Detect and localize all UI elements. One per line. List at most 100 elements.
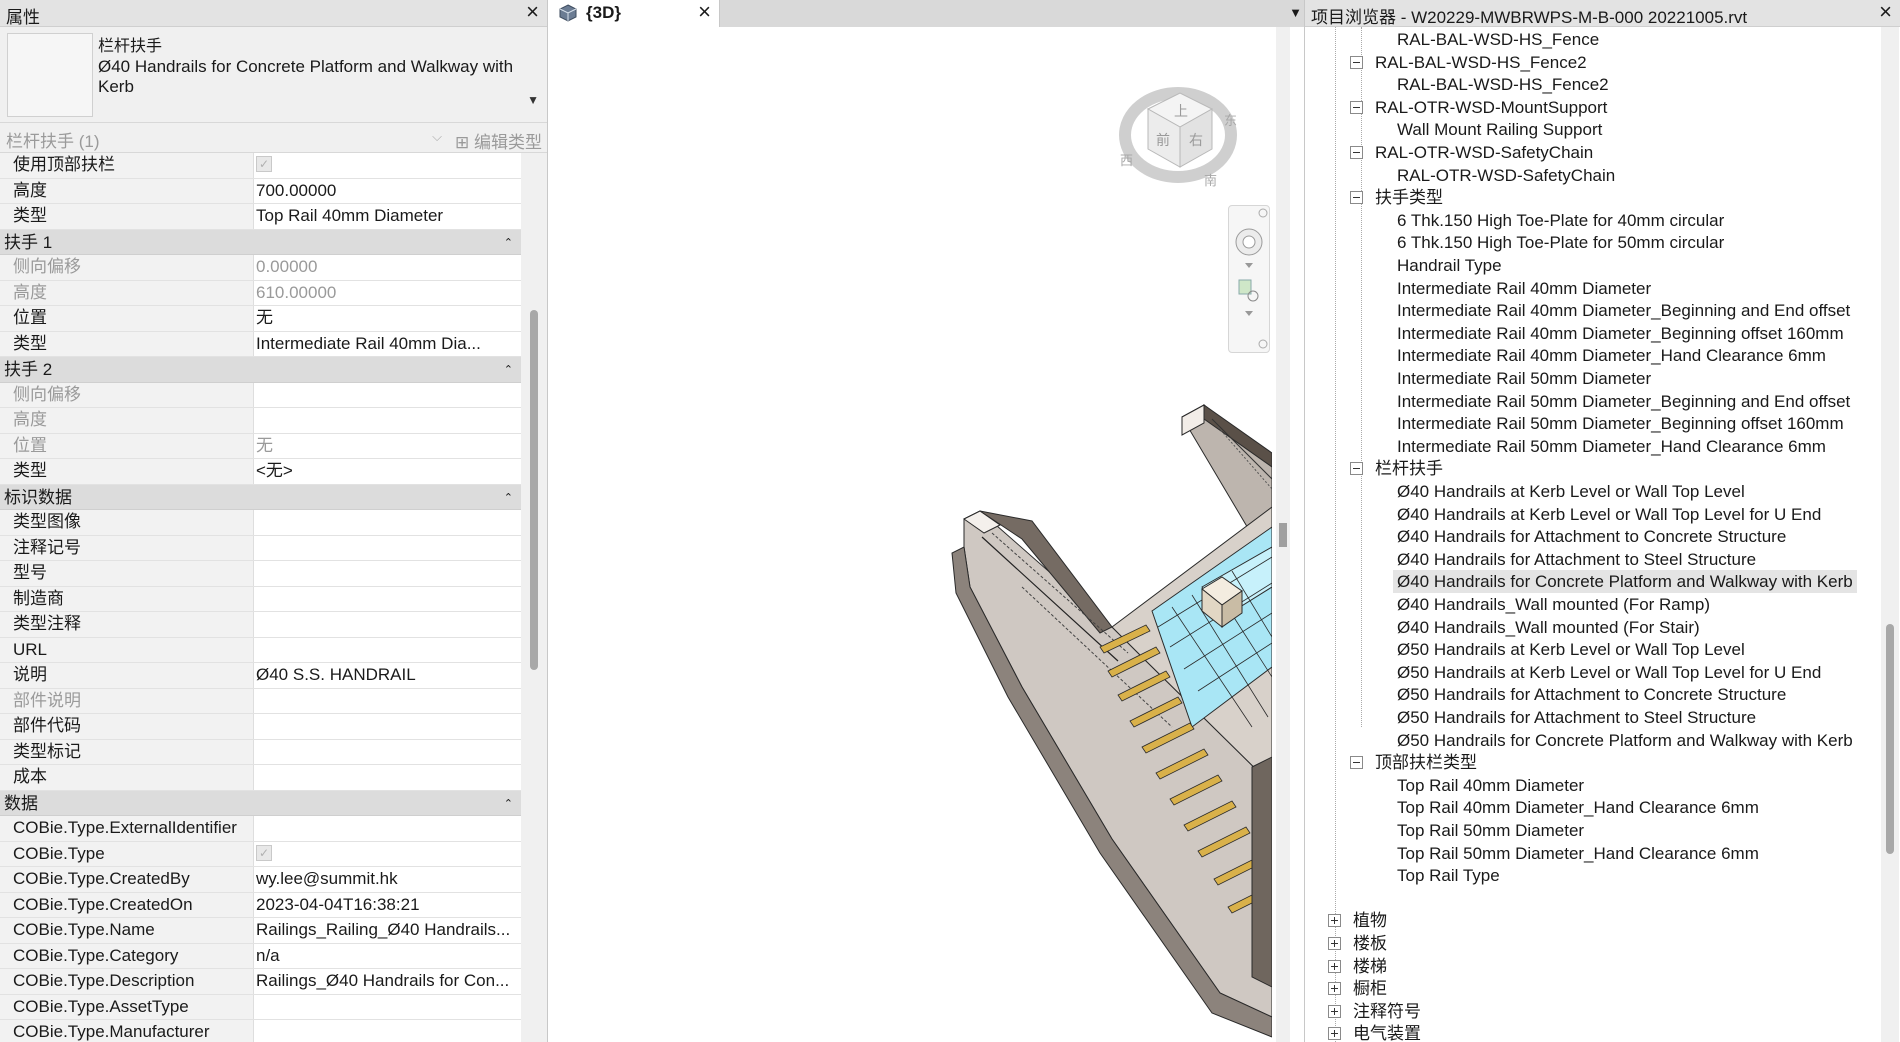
tree-leaf-item[interactable]: Top Rail Type [1393,864,1504,887]
tree-category-item[interactable]: 注释符号 [1349,1000,1425,1023]
edit-type-button[interactable]: ⊞ 编辑类型 [455,128,542,153]
tree-leaf-item[interactable]: Ø40 Handrails_Wall mounted (For Stair) [1393,616,1704,639]
collapse-icon[interactable]: ⌃ [504,792,513,817]
tree-leaf-item[interactable]: Ø50 Handrails for Attachment to Concrete… [1393,683,1790,706]
tree-leaf-item[interactable]: Ø40 Handrails at Kerb Level or Wall Top … [1393,480,1749,503]
tab-3d-view[interactable]: {3D} × [552,0,720,27]
tree-leaf-item[interactable]: Ø50 Handrails for Concrete Platform and … [1393,729,1857,752]
3d-model-canvas[interactable]: 上 前 右 西 东 南 [552,27,1272,1042]
tree-leaf-item[interactable]: 6 Thk.150 High Toe-Plate for 40mm circul… [1393,209,1728,232]
tree-category-item[interactable]: RAL-OTR-WSD-MountSupport [1371,96,1611,119]
property-value[interactable]: Railings_Railing_Ø40 Handrails... [254,918,521,943]
tree-category-item[interactable]: 橱柜 [1349,977,1391,1000]
tree-leaf-item[interactable]: Top Rail 50mm Diameter [1393,819,1588,842]
scrollbar-thumb[interactable] [530,310,538,670]
scrollbar-thumb[interactable] [1279,523,1287,547]
property-value[interactable] [254,510,521,535]
property-group-header[interactable]: 扶手 2 ⌃ [0,357,521,383]
steering-wheel-icon[interactable] [1235,228,1263,256]
expand-icon[interactable] [1328,914,1341,928]
tree-category-item[interactable]: 楼板 [1349,932,1391,955]
collapse-icon[interactable]: ⌃ [504,231,513,256]
property-value[interactable] [254,765,521,790]
tree-leaf-item[interactable]: Ø40 Handrails at Kerb Level or Wall Top … [1393,503,1825,526]
property-value[interactable] [254,1020,521,1042]
property-value[interactable]: Top Rail 40mm Diameter [254,204,521,229]
property-value[interactable] [254,714,521,739]
expand-icon[interactable] [1328,1027,1341,1041]
checkbox[interactable]: ✓ [256,844,272,861]
tree-leaf-item[interactable]: Top Rail 40mm Diameter [1393,774,1588,797]
tree-leaf-item[interactable]: Ø40 Handrails for Attachment to Steel St… [1393,548,1760,571]
chevron-down-icon[interactable] [1245,311,1253,316]
collapse-icon[interactable]: ⌃ [504,358,513,383]
property-value[interactable]: 2023-04-04T16:38:21 [254,893,521,918]
collapse-icon[interactable] [1350,191,1363,205]
collapse-icon[interactable] [1350,55,1363,69]
tree-leaf-item[interactable]: RAL-BAL-WSD-HS_Fence2 [1393,73,1613,96]
property-value[interactable]: n/a [254,944,521,969]
property-value[interactable]: <无> [254,459,521,484]
collapse-icon[interactable] [1350,462,1363,476]
tree-leaf-item[interactable]: Ø40 Handrails_Wall mounted (For Ramp) [1393,593,1714,616]
chevron-down-icon[interactable] [1245,263,1253,268]
collapse-icon[interactable] [1350,756,1363,770]
property-value[interactable]: 无 [254,306,521,331]
tree-leaf-item[interactable]: Handrail Type [1393,254,1506,277]
collapse-icon[interactable]: ⌃ [504,486,513,511]
property-value[interactable] [254,740,521,765]
tree-category-item[interactable]: 楼梯 [1349,955,1391,978]
close-icon[interactable]: × [526,1,539,23]
tree-category-item[interactable]: 顶部扶栏类型 [1371,751,1481,774]
expand-icon[interactable] [1328,959,1341,973]
tree-category-item[interactable]: RAL-OTR-WSD-SafetyChain [1371,141,1597,164]
expand-icon[interactable] [1328,937,1341,950]
property-value[interactable]: Railings_Ø40 Handrails for Con... [254,969,521,994]
collapse-icon[interactable] [1350,146,1363,159]
options-icon[interactable] [1258,339,1268,349]
type-selector[interactable]: 栏杆扶手 Ø40 Handrails for Concrete Platform… [0,27,547,123]
tree-category-item[interactable]: 扶手类型 [1371,186,1447,209]
tree-leaf-item[interactable]: Intermediate Rail 40mm Diameter [1393,277,1655,300]
collapse-icon[interactable] [1350,100,1363,114]
tree-leaf-item[interactable]: 6 Thk.150 High Toe-Plate for 50mm circul… [1393,231,1728,254]
property-group-header[interactable]: 标识数据 ⌃ [0,484,521,511]
property-group-header[interactable]: 扶手 1 ⌃ [0,229,521,256]
property-value[interactable]: wy.lee@summit.hk [254,867,521,892]
tab-menu-chevron-icon[interactable]: ▼ [1289,5,1302,20]
property-value[interactable]: ✓ [254,842,521,867]
tree-leaf-item[interactable]: Wall Mount Railing Support [1393,118,1606,141]
tree-leaf-item[interactable]: RAL-OTR-WSD-SafetyChain [1393,164,1619,187]
tree-leaf-item[interactable]: Intermediate Rail 50mm Diameter_Hand Cle… [1393,435,1830,458]
tree-leaf-item[interactable]: Top Rail 50mm Diameter_Hand Clearance 6m… [1393,842,1763,865]
tree-leaf-item[interactable]: Intermediate Rail 40mm Diameter_Beginnin… [1393,322,1848,345]
chevron-down-icon[interactable]: ▼ [527,93,539,107]
property-value[interactable]: Ø40 S.S. HANDRAIL [254,663,521,688]
tree-category-item[interactable]: 电气装置 [1349,1022,1425,1042]
zoom-region-icon[interactable] [1238,279,1259,302]
property-value[interactable] [254,587,521,612]
tree-leaf-item[interactable]: Intermediate Rail 40mm Diameter_Hand Cle… [1393,344,1830,367]
close-icon[interactable] [1258,208,1268,218]
tree-leaf-item[interactable]: Intermediate Rail 50mm Diameter [1393,367,1655,390]
tree-leaf-item[interactable]: Ø50 Handrails at Kerb Level or Wall Top … [1393,661,1825,684]
tree-leaf-item[interactable]: Ø40 Handrails for Concrete Platform and … [1393,570,1857,594]
project-browser-scrollbar[interactable] [1881,27,1899,1042]
property-value[interactable] [254,816,521,841]
tree-leaf-item[interactable]: Intermediate Rail 50mm Diameter_Beginnin… [1393,390,1854,413]
expand-icon[interactable] [1328,1004,1341,1018]
instance-filter-dropdown[interactable]: 栏杆扶手 (1) ⌵ [4,127,446,151]
tree-category-item[interactable]: 植物 [1349,909,1391,932]
navigation-bar[interactable] [1228,205,1270,353]
tree-leaf-item[interactable]: RAL-BAL-WSD-HS_Fence [1393,28,1603,51]
property-value[interactable] [254,536,521,561]
property-value[interactable]: Intermediate Rail 40mm Dia... [254,332,521,357]
property-value[interactable] [254,612,521,637]
view-scrollbar[interactable] [1276,27,1290,1042]
checkbox[interactable]: ✓ [256,156,272,173]
property-value[interactable] [254,638,521,663]
tree-leaf-item[interactable]: Intermediate Rail 40mm Diameter_Beginnin… [1393,299,1854,322]
property-group-header[interactable]: 数据 ⌃ [0,790,521,817]
close-icon[interactable]: × [698,1,711,23]
property-value[interactable]: ✓ [254,153,521,178]
